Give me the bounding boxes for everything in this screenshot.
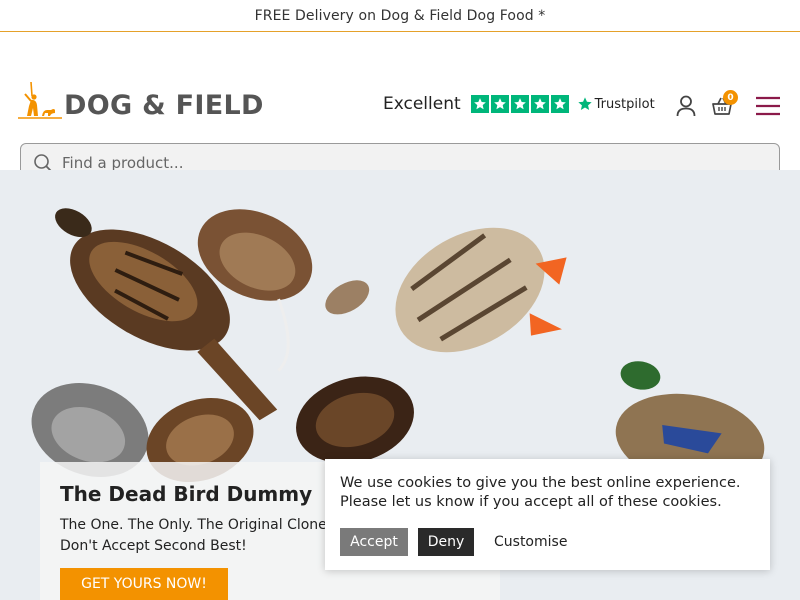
announcement-text: FREE Delivery on Dog & Field Dog Food * <box>254 7 546 24</box>
hamburger-menu-icon <box>756 96 780 116</box>
star-icon <box>530 95 549 113</box>
announcement-bar: FREE Delivery on Dog & Field Dog Food * <box>0 0 800 32</box>
star-icon <box>510 95 529 113</box>
trustpilot-logo: Trustpilot <box>577 96 655 112</box>
star-icon <box>490 95 509 113</box>
site-header: DOG & FIELD Excellent Trustpilot 0 <box>0 32 800 183</box>
user-icon <box>676 95 696 117</box>
trustpilot-rating-label: Excellent <box>383 94 461 114</box>
get-yours-now-button[interactable]: GET YOURS NOW! <box>60 568 228 600</box>
cookie-message: We use cookies to give you the best onli… <box>340 475 741 510</box>
trustpilot-widget[interactable]: Excellent Trustpilot <box>383 94 655 114</box>
cookie-accept-button[interactable]: Accept <box>340 528 408 556</box>
trustpilot-brand-text: Trustpilot <box>594 96 655 112</box>
trustpilot-stars <box>470 95 569 113</box>
cookie-deny-button[interactable]: Deny <box>418 528 474 556</box>
cookie-actions: Accept Deny Customise <box>340 528 755 556</box>
site-logo[interactable]: DOG & FIELD <box>18 80 264 130</box>
star-icon <box>550 95 569 113</box>
trustpilot-star-icon <box>577 97 592 110</box>
basket-count-badge: 0 <box>723 90 738 105</box>
menu-button[interactable] <box>754 92 782 120</box>
cookie-consent-banner: We use cookies to give you the best onli… <box>325 459 770 570</box>
brand-name: DOG & FIELD <box>64 89 264 121</box>
cookie-customise-link[interactable]: Customise <box>494 534 567 550</box>
hunter-dog-logo-icon <box>18 81 62 119</box>
account-button[interactable] <box>672 92 700 120</box>
star-icon <box>470 95 489 113</box>
